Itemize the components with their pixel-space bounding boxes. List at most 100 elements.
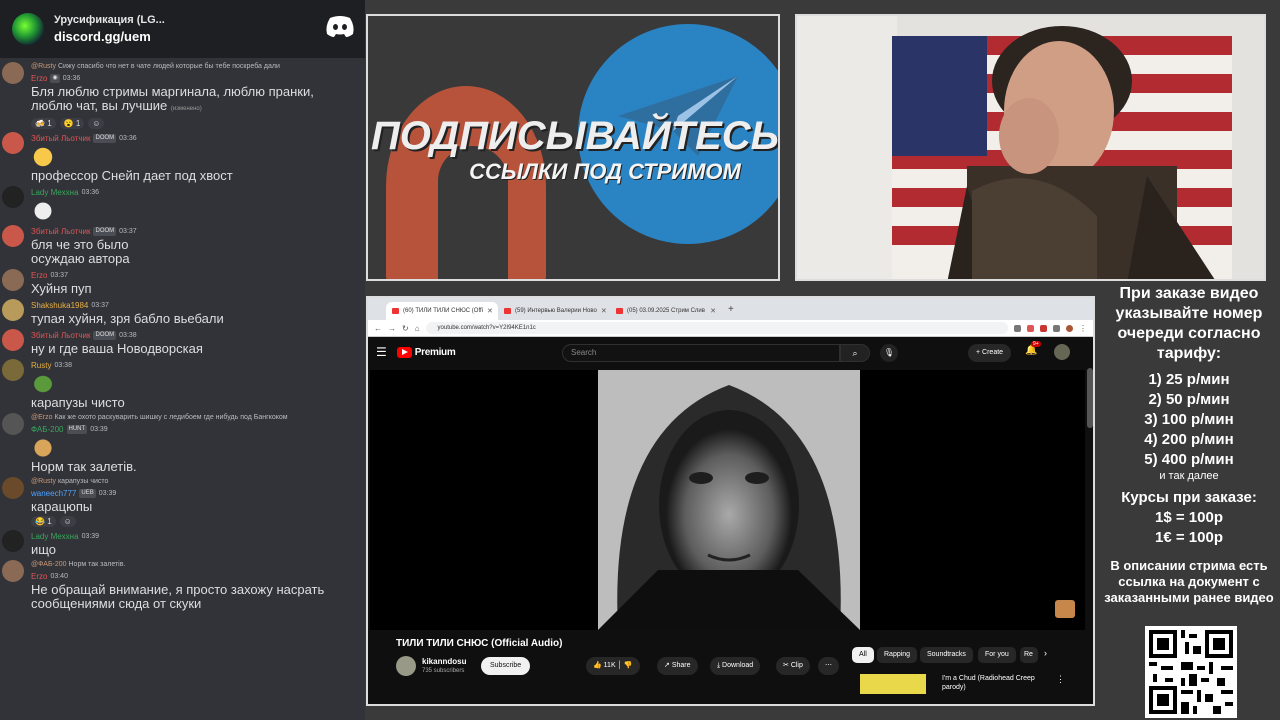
pricing-panel: При заказе видео указывайте номер очеред…: [1098, 284, 1280, 720]
tab-video[interactable]: (60) ТИЛИ ТИЛИ СНЮС (Offi ✕: [386, 302, 498, 320]
chat-message[interactable]: Збитый Льотчик DOOM 03:38 ну и где ваша Но…: [0, 329, 365, 356]
invite-link[interactable]: discord.gg/uem: [54, 29, 165, 44]
chip-soundtracks[interactable]: Soundtracks: [920, 647, 973, 663]
channel-avatar[interactable]: [396, 656, 416, 676]
youtube-premium-label[interactable]: Premium: [415, 347, 456, 358]
back-icon[interactable]: ←: [374, 324, 382, 333]
server-icon[interactable]: [12, 13, 44, 45]
timestamp: 03:39: [98, 490, 117, 497]
extension-icon[interactable]: [1027, 324, 1034, 332]
username[interactable]: Rusty: [31, 359, 51, 372]
message-text: профессор Снейп дает под хвост: [31, 168, 233, 183]
avatar[interactable]: [2, 132, 24, 154]
chat-message[interactable]: Збитый Льотчик DOOM 03:36 профессор Снейп …: [0, 132, 365, 183]
add-reaction-icon[interactable]: ☺: [88, 118, 105, 129]
youtube-icon: [504, 308, 511, 314]
tab-interview[interactable]: (59) Интервью Валерии Ново ✕: [498, 302, 610, 320]
username[interactable]: Збитый Льотчик: [31, 132, 90, 145]
chat-message[interactable]: @Erzo Как же охото раскуварить шишку с л…: [0, 413, 365, 474]
chip-for-you[interactable]: For you: [978, 647, 1016, 663]
close-icon[interactable]: ✕: [487, 307, 493, 315]
mic-icon[interactable]: 🎙: [880, 344, 898, 362]
extension-icon[interactable]: [1053, 324, 1060, 332]
search-input[interactable]: Search: [562, 344, 840, 362]
create-button[interactable]: + Create: [968, 344, 1012, 362]
url-field[interactable]: youtube.com/watch?v=Y2I94KE1n1c: [425, 322, 1008, 334]
subscribe-button[interactable]: Subscribe: [481, 657, 531, 675]
chip-more[interactable]: Re: [1020, 647, 1038, 663]
reload-icon[interactable]: ↻: [402, 324, 409, 333]
youtube-logo-icon[interactable]: [396, 346, 412, 358]
more-actions-button[interactable]: ⋯: [818, 657, 839, 675]
chat-message[interactable]: Shakshuka1984 03:37 тупая хуйня, зря бабл…: [0, 299, 365, 326]
username[interactable]: ФАБ-200: [31, 423, 64, 436]
chat-message[interactable]: Rusty 03:38 карапузы чисто: [0, 359, 365, 410]
chat-message[interactable]: @Rusty карапузы чисто waneech777 UEB 03:39…: [0, 477, 365, 527]
menu-icon[interactable]: ⋮: [1079, 324, 1087, 333]
reaction[interactable]: 🍻 1: [31, 118, 56, 129]
scrollbar[interactable]: [1087, 368, 1093, 428]
avatar[interactable]: [2, 186, 24, 208]
chat-message[interactable]: Lady Mexxна 03:39 ищо: [0, 530, 365, 557]
avatar[interactable]: [2, 530, 24, 552]
chat-message[interactable]: @Rusty Сижу спасибо что нет в чате людей…: [0, 62, 365, 129]
like-button[interactable]: 👍 11K │ 👎: [586, 657, 640, 675]
username[interactable]: Lady Mexxна: [31, 186, 79, 199]
message-list[interactable]: @Rusty Сижу спасибо что нет в чате людей…: [0, 62, 365, 614]
video-player[interactable]: [370, 370, 1085, 630]
avatar[interactable]: [1054, 344, 1070, 360]
chat-message[interactable]: @ФАБ-200 Норм так залетів. Erzo 03:40 Не …: [0, 560, 365, 611]
extension-icon[interactable]: [1040, 324, 1047, 332]
recommended-title[interactable]: I'm a Chud (Radiohead Creep parody): [942, 674, 1052, 692]
chip-rapping[interactable]: Rapping: [877, 647, 918, 663]
download-button[interactable]: ⤓ Download: [710, 657, 761, 675]
search-icon[interactable]: ⌕: [840, 344, 870, 362]
avatar[interactable]: [2, 359, 24, 381]
chat-message[interactable]: Erzo 03:37 Хуйня пуп: [0, 269, 365, 296]
avatar[interactable]: [2, 299, 24, 321]
reaction[interactable]: 😮 1: [59, 118, 85, 129]
avatar[interactable]: [2, 225, 24, 247]
youtube-header: ☰ Premium Search ⌕ 🎙 + Create 🔔 9+: [368, 337, 1093, 367]
profile-icon[interactable]: [1066, 324, 1073, 332]
chevron-right-icon[interactable]: ›: [1044, 648, 1047, 658]
chat-message[interactable]: Lady Mexxна 03:36: [0, 186, 365, 222]
notifications-icon[interactable]: 🔔 9+: [1025, 341, 1041, 356]
extension-icon[interactable]: [1014, 324, 1021, 332]
chat-message[interactable]: Збитый Льотчик DOOM 03:37 бля че это было …: [0, 225, 365, 266]
reply-preview[interactable]: @Erzo Как же охото раскуварить шишку с л…: [31, 413, 357, 423]
role-badge: DOOM: [93, 134, 117, 143]
message-text: ищо: [31, 542, 57, 557]
clip-button[interactable]: ✂ Clip: [776, 657, 810, 675]
rates-title: Курсы при заказе:: [1121, 489, 1257, 506]
recommended-thumbnail[interactable]: [860, 674, 926, 694]
reaction[interactable]: 😂 1: [31, 516, 56, 527]
reply-preview[interactable]: @ФАБ-200 Норм так залетів.: [31, 560, 357, 570]
pepe-emoji-icon: [31, 200, 55, 222]
message-text: бля че это было осуждаю автора: [31, 237, 130, 266]
home-icon[interactable]: ⌂: [415, 324, 420, 333]
share-button[interactable]: ↗ Share: [657, 657, 698, 675]
tier: 2) 50 р/мин: [1148, 391, 1230, 408]
add-reaction-icon[interactable]: ☺: [59, 516, 76, 527]
role-badge: ◉: [50, 74, 60, 83]
avatar[interactable]: [2, 477, 24, 499]
chip-all[interactable]: All: [852, 647, 874, 663]
avatar[interactable]: [2, 413, 24, 435]
message-text: Не обращай внимание, я просто захожу нас…: [31, 582, 325, 611]
close-icon[interactable]: ✕: [601, 307, 607, 315]
forward-icon[interactable]: →: [388, 324, 396, 333]
avatar[interactable]: [2, 560, 24, 582]
more-options-icon[interactable]: ⋮: [1056, 674, 1065, 685]
new-tab-button[interactable]: +: [728, 304, 734, 315]
reply-preview[interactable]: @Rusty карапузы чисто: [31, 477, 357, 487]
avatar[interactable]: [2, 269, 24, 291]
close-icon[interactable]: ✕: [710, 307, 716, 315]
reply-preview[interactable]: @Rusty Сижу спасибо что нет в чате людей…: [31, 62, 357, 72]
channel-name[interactable]: kikanndosu: [422, 657, 466, 666]
avatar[interactable]: [2, 62, 24, 84]
hamburger-menu-icon[interactable]: ☰: [376, 345, 387, 359]
subscriber-count: 735 subscribers: [422, 668, 465, 674]
avatar[interactable]: [2, 329, 24, 351]
tab-stream[interactable]: (05) 03.09.2025 Стрим Слив ✕: [610, 302, 722, 320]
